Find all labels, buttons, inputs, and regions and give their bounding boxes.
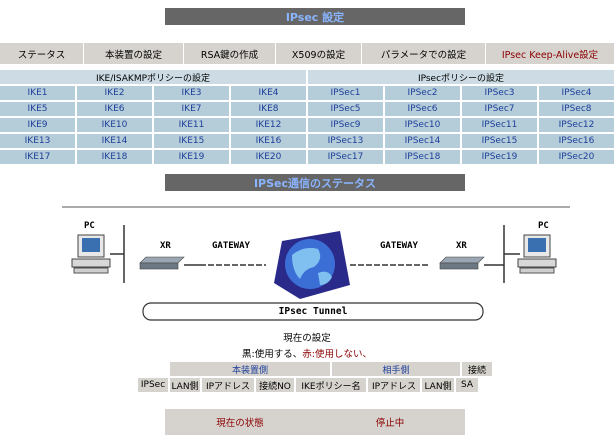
xr-right-label: XR <box>456 241 467 251</box>
status-group-local: 本装置側 <box>170 362 330 376</box>
tab-bar: ステータス 本装置の設定 RSA鍵の作成 X509の設定 パラメータでの設定 I… <box>0 43 614 64</box>
ipsec-policy-link-6[interactable]: IPSec6 <box>385 102 460 116</box>
legend: 黒:使用する、赤:使用しない、 <box>0 346 614 360</box>
status-col-3: IPアドレス <box>202 378 254 392</box>
ipsec-policy-link-18[interactable]: IPSec18 <box>385 150 460 164</box>
ike-policy-link-1[interactable]: IKE1 <box>0 86 75 100</box>
ike-policy-link-20[interactable]: IKE20 <box>231 150 306 164</box>
ipsec-policy-link-19[interactable]: IPSec19 <box>462 150 537 164</box>
gateway-left-label: GATEWAY <box>212 241 250 251</box>
ike-policy-header: IKE/ISAKMPポリシーの設定 <box>0 70 306 84</box>
ipsec-policy-link-14[interactable]: IPSec14 <box>385 134 460 148</box>
ike-policy-link-2[interactable]: IKE2 <box>77 86 152 100</box>
network-diagram: PC XR GATEWAY GATEWAY XR PC IPsec Tunnel <box>0 197 614 327</box>
ipsec-policy-link-5[interactable]: IPSec5 <box>308 102 383 116</box>
ipsec-policy-link-1[interactable]: IPSec1 <box>308 86 383 100</box>
current-state-value: 停止中 <box>375 418 405 429</box>
current-settings-heading: 現在の設定 <box>283 333 331 344</box>
ike-policy-link-17[interactable]: IKE17 <box>0 150 75 164</box>
tab-parameter-settings[interactable]: パラメータでの設定 <box>362 43 486 64</box>
status-col-7: LAN側 <box>422 378 454 392</box>
ike-policy-link-7[interactable]: IKE7 <box>154 102 229 116</box>
ike-policy-link-10[interactable]: IKE10 <box>77 118 152 132</box>
ipsec-policy-link-13[interactable]: IPSec13 <box>308 134 383 148</box>
legend-red: 赤:使用しない、 <box>302 349 372 360</box>
ipsec-policy-link-10[interactable]: IPSec10 <box>385 118 460 132</box>
pc-left-label: PC <box>84 221 95 231</box>
tab-rsa-key[interactable]: RSA鍵の作成 <box>184 43 276 64</box>
tab-x509[interactable]: X509の設定 <box>276 43 362 64</box>
ipsec-policy-link-7[interactable]: IPSec7 <box>462 102 537 116</box>
ipsec-policy-link-17[interactable]: IPSec17 <box>308 150 383 164</box>
pc-left-icon <box>71 234 111 274</box>
ipsec-policy-link-16[interactable]: IPSec16 <box>539 134 614 148</box>
globe-icon <box>274 231 350 299</box>
tab-ipsec-keepalive[interactable]: IPsec Keep-Alive設定 <box>486 43 614 64</box>
status-col-2: LAN側 <box>170 378 200 392</box>
status-col-6: IPアドレス <box>368 378 420 392</box>
ike-policy-link-16[interactable]: IKE16 <box>231 134 306 148</box>
router-left-icon <box>139 256 185 270</box>
ike-policy-link-11[interactable]: IKE11 <box>154 118 229 132</box>
current-state-bar: 現在の状態 停止中 <box>165 409 465 435</box>
ike-policy-link-8[interactable]: IKE8 <box>231 102 306 116</box>
tunnel-label: IPsec Tunnel <box>278 306 348 317</box>
gateway-right-label: GATEWAY <box>380 241 418 251</box>
router-right-icon <box>439 256 485 270</box>
ipsec-policy-link-9[interactable]: IPSec9 <box>308 118 383 132</box>
ipsec-policy-link-8[interactable]: IPSec8 <box>539 102 614 116</box>
ipsec-policy-link-12[interactable]: IPSec12 <box>539 118 614 132</box>
status-section-title: IPSec通信のステータス <box>165 174 465 191</box>
pc-right-icon <box>517 234 557 274</box>
ike-policy-link-18[interactable]: IKE18 <box>77 150 152 164</box>
ike-policy-link-6[interactable]: IKE6 <box>77 102 152 116</box>
ike-policy-link-5[interactable]: IKE5 <box>0 102 75 116</box>
ipsec-policy-link-3[interactable]: IPSec3 <box>462 86 537 100</box>
ike-policy-link-14[interactable]: IKE14 <box>77 134 152 148</box>
ike-policy-link-13[interactable]: IKE13 <box>0 134 75 148</box>
ipsec-policy-link-2[interactable]: IPSec2 <box>385 86 460 100</box>
ike-policy-link-3[interactable]: IKE3 <box>154 86 229 100</box>
ipsec-policy-link-15[interactable]: IPSec15 <box>462 134 537 148</box>
status-col-1: IPSec <box>138 378 168 392</box>
status-group-remote: 相手側 <box>332 362 460 376</box>
page-title: IPsec 設定 <box>165 8 465 25</box>
ike-policy-link-4[interactable]: IKE4 <box>231 86 306 100</box>
ipsec-policy-link-20[interactable]: IPSec20 <box>539 150 614 164</box>
current-state-label: 現在の状態 <box>216 418 264 429</box>
pc-right-label: PC <box>538 221 549 231</box>
tab-status[interactable]: ステータス <box>0 43 84 64</box>
ike-policy-link-12[interactable]: IKE12 <box>231 118 306 132</box>
legend-black: 黒:使用する、 <box>242 349 303 360</box>
ipsec-policy-header: IPsecポリシーの設定 <box>308 70 614 84</box>
status-col-8: SA <box>456 378 478 392</box>
xr-left-label: XR <box>160 241 171 251</box>
tab-device-settings[interactable]: 本装置の設定 <box>84 43 184 64</box>
ike-policy-link-19[interactable]: IKE19 <box>154 150 229 164</box>
status-col-4: 接続NO <box>256 378 294 392</box>
ike-policy-link-9[interactable]: IKE9 <box>0 118 75 132</box>
ipsec-policy-link-4[interactable]: IPSec4 <box>539 86 614 100</box>
status-group-connection: 接続 <box>462 362 492 376</box>
status-col-5: IKEポリシー名 <box>296 378 366 392</box>
ike-policy-link-15[interactable]: IKE15 <box>154 134 229 148</box>
ipsec-policy-link-11[interactable]: IPSec11 <box>462 118 537 132</box>
